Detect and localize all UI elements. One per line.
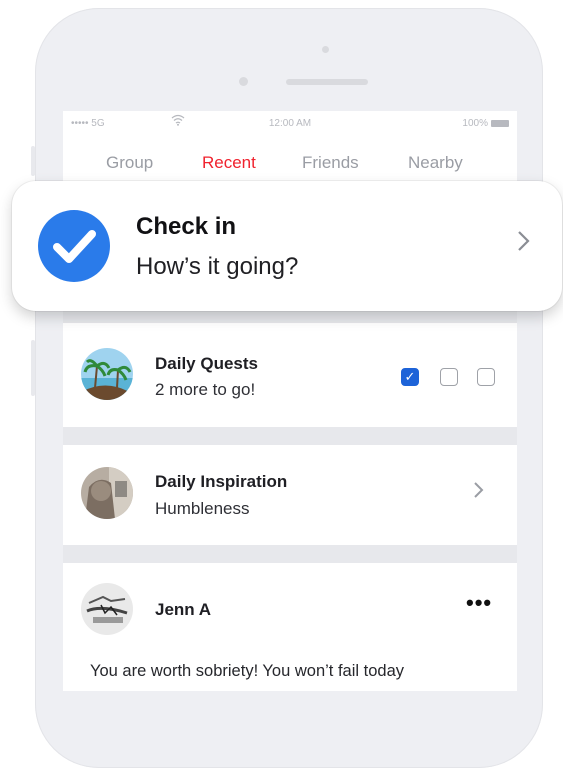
daily-inspiration-subtitle: Humbleness (155, 499, 250, 518)
daily-inspiration-card[interactable]: Daily Inspiration Humbleness (63, 445, 517, 545)
earpiece-speaker (286, 79, 368, 85)
post-text: You are worth sobriety! You won’t fail t… (90, 662, 405, 680)
more-options-icon[interactable]: ••• (466, 590, 492, 616)
notification-title: Check in (136, 213, 237, 240)
battery-status: 100% (462, 118, 509, 129)
tab-recent[interactable]: Recent (202, 153, 256, 173)
post-author-name[interactable]: Jenn A (155, 600, 211, 620)
mute-switch (31, 146, 35, 176)
chevron-right-icon[interactable] (473, 479, 485, 505)
notification-subtitle: How’s it going? (136, 253, 299, 280)
battery-percent: 100% (462, 118, 488, 129)
proximity-sensor (322, 46, 329, 53)
tab-nearby[interactable]: Nearby (408, 153, 463, 173)
battery-icon (491, 120, 509, 127)
chevron-right-icon[interactable] (517, 227, 531, 259)
daily-inspiration-avatar (81, 467, 133, 519)
tab-friends[interactable]: Friends (302, 153, 359, 173)
check-circle-icon (38, 210, 110, 282)
daily-quests-title: Daily Quests (155, 354, 258, 373)
quest-checkbox-1[interactable]: ✓ (401, 368, 419, 386)
quest-checkbox-3[interactable] (477, 368, 495, 386)
daily-quests-subtitle: 2 more to go! (155, 380, 256, 399)
status-bar: ••••• 5G 12:00 AM 100% (63, 111, 517, 137)
daily-quests-avatar (81, 348, 133, 400)
tab-bar: Group Recent Friends Nearby (63, 137, 517, 185)
volume-down-button (31, 340, 35, 396)
daily-inspiration-title: Daily Inspiration (155, 472, 288, 491)
quest-checkbox-2[interactable] (440, 368, 458, 386)
front-camera (239, 77, 248, 86)
clock: 12:00 AM (268, 118, 312, 129)
post-author-avatar[interactable] (81, 583, 133, 635)
tab-group[interactable]: Group (106, 153, 153, 173)
check-in-notification[interactable]: Check in How’s it going? (12, 181, 562, 311)
